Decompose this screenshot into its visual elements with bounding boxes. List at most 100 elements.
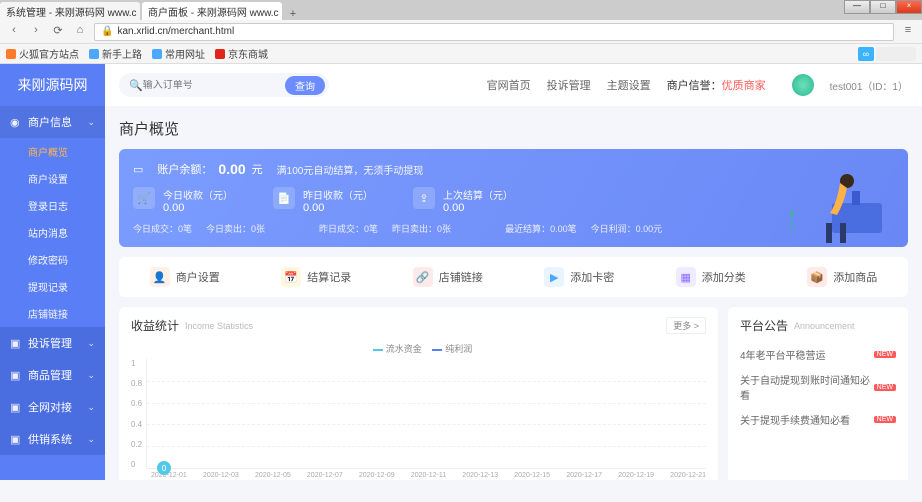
window-controls: — □ × [844,0,922,14]
card-subtitle: Announcement [794,321,855,331]
stat-last-settle: ⇪ 上次结算（元）0.00 [413,187,513,214]
search-input[interactable] [143,80,285,91]
card-title: 平台公告 [740,317,788,334]
notice-item[interactable]: 关于提现手续费通知必看NEW [740,407,896,432]
logo[interactable]: 来刚源码网 [0,64,105,106]
sidebar-item-shop-link[interactable]: 店铺链接 [0,300,105,327]
user-id[interactable]: test001（ID：1） [830,78,908,93]
hero-illustration [762,153,902,247]
stat-today: 🛒 今日收款（元）0.00 [133,187,233,214]
bookmark-item[interactable]: 常用网址 [152,46,205,61]
network-icon: ▣ [10,401,22,413]
extension-icon[interactable]: ∞ [858,47,874,61]
top-nav: 官网首页 投诉管理 主题设置 商户信誉：优质商家 test001（ID：1） [487,74,908,96]
balance-value: 0.00 [218,161,245,177]
extension-widget[interactable] [876,47,916,61]
back-button[interactable]: ‹ [6,24,22,40]
quick-add-card[interactable]: ▶添加卡密 [514,267,646,287]
sidebar-label: 全网对接 [28,399,72,415]
settle-icon: ⇪ [413,187,435,209]
supply-icon: ▣ [10,433,22,445]
quick-settle[interactable]: 📅结算记录 [251,267,383,287]
quick-settings[interactable]: 👤商户设置 [119,267,251,287]
new-tab-button[interactable]: + [284,8,302,20]
credit-label: 商户信誉：优质商家 [667,77,766,93]
sidebar-label: 供销系统 [28,431,72,447]
y-axis: 1 0.8 0.6 0.4 0.2 0 [131,359,146,469]
complaint-icon: ▣ [10,337,22,349]
tab-title: 系统管理 - 来刚源码网 www.c [6,4,137,19]
balance-card: ▭ 账户余额： 0.00 元 满100元自动结算，无须手动提现 🛒 今日收款（元… [119,149,908,247]
page-title: 商户概览 [119,118,908,139]
legend-dot [373,349,383,351]
chart-plot[interactable]: 0 [146,359,706,469]
nav-theme[interactable]: 主题设置 [607,77,651,93]
nav-complaints[interactable]: 投诉管理 [547,77,591,93]
minimize-button[interactable]: — [844,0,870,14]
bag-icon: ▣ [10,369,22,381]
chevron-down-icon: ⌄ [87,117,95,128]
sidebar-group-products[interactable]: ▣ 商品管理 ⌄ [0,359,105,391]
bookmark-item[interactable]: 火狐官方站点 [6,46,79,61]
quick-add-product[interactable]: 📦添加商品 [777,267,909,287]
main-content: 🔍 查询 官网首页 投诉管理 主题设置 商户信誉：优质商家 test001（ID… [105,64,922,480]
browser-tab[interactable]: 商户面板 - 来刚源码网 www.c × [142,2,282,20]
wallet-icon: ▭ [133,163,143,176]
sidebar-item-messages[interactable]: 站内消息 [0,219,105,246]
sidebar: 来刚源码网 ◉ 商户信息 ⌄ 商户概览 商户设置 登录日志 站内消息 修改密码 … [0,64,105,480]
chevron-down-icon: ⌄ [87,434,95,445]
legend-dot [432,349,442,351]
sidebar-group-complaints[interactable]: ▣ 投诉管理 ⌄ [0,327,105,359]
new-badge: NEW [874,384,896,391]
notice-item[interactable]: 关于自动提现到账时间通知必看NEW [740,367,896,407]
sidebar-item-overview[interactable]: 商户概览 [0,138,105,165]
sidebar-item-settings[interactable]: 商户设置 [0,165,105,192]
sidebar-group-merchant-info[interactable]: ◉ 商户信息 ⌄ [0,106,105,138]
sidebar-label: 商户信息 [28,114,72,130]
sidebar-group-network[interactable]: ▣ 全网对接 ⌄ [0,391,105,423]
cart-icon: 🛒 [133,187,155,209]
forward-button[interactable]: › [28,24,44,40]
notice-card: 平台公告 Announcement 4年老平台平稳营运NEW 关于自动提现到账时… [728,307,908,480]
dashboard-icon: ◉ [10,116,22,128]
doc-icon: 📄 [273,187,295,209]
menu-button[interactable]: ≡ [900,24,916,40]
chart-area: 1 0.8 0.6 0.4 0.2 0 0 [131,359,706,469]
chevron-down-icon: ⌄ [87,370,95,381]
sidebar-item-login-log[interactable]: 登录日志 [0,192,105,219]
tab-title: 商户面板 - 来刚源码网 www.c [148,4,279,19]
sidebar-group-supply[interactable]: ▣ 供销系统 ⌄ [0,423,105,455]
bookmark-item[interactable]: 京东商城 [215,46,268,61]
x-axis: 2020-12-01 2020-12-03 2020-12-05 2020-12… [131,472,706,479]
address-bar[interactable]: 🔒 kan.xrlid.cn/merchant.html [94,23,894,41]
notice-item[interactable]: 4年老平台平稳营运NEW [740,342,896,367]
card-subtitle: Income Statistics [185,321,253,331]
nav-home[interactable]: 官网首页 [487,77,531,93]
new-badge: NEW [874,416,896,423]
quick-links: 👤商户设置 📅结算记录 🔗店铺链接 ▶添加卡密 ▦添加分类 📦添加商品 [119,257,908,297]
card-title: 收益统计 [131,317,179,334]
chart-legend: 流水资金 纯利润 [131,342,706,355]
url-text: kan.xrlid.cn/merchant.html [117,26,234,37]
home-button[interactable]: ⌂ [72,24,88,40]
maximize-button[interactable]: □ [870,0,896,14]
close-button[interactable]: × [896,0,922,14]
address-row: ‹ › ⟳ ⌂ 🔒 kan.xrlid.cn/merchant.html ≡ [0,20,922,44]
quick-add-category[interactable]: ▦添加分类 [645,267,777,287]
bookmark-item[interactable]: 新手上路 [89,46,142,61]
sidebar-item-change-pwd[interactable]: 修改密码 [0,246,105,273]
search-box: 🔍 查询 [119,73,329,97]
stat-yesterday: 📄 昨日收款（元）0.00 [273,187,373,214]
user-icon: 👤 [150,267,170,287]
chevron-down-icon: ⌄ [87,338,95,349]
sidebar-item-withdraw[interactable]: 提现记录 [0,273,105,300]
link-icon: 🔗 [413,267,433,287]
quick-shop-link[interactable]: 🔗店铺链接 [382,267,514,287]
search-button[interactable]: 查询 [285,76,325,95]
browser-tab[interactable]: 系统管理 - 来刚源码网 www.c × [0,2,140,20]
avatar[interactable] [792,74,814,96]
reload-button[interactable]: ⟳ [50,24,66,40]
browser-tabs: 系统管理 - 来刚源码网 www.c × 商户面板 - 来刚源码网 www.c … [0,0,922,20]
play-icon: ▶ [544,267,564,287]
more-button[interactable]: 更多 > [666,317,706,334]
